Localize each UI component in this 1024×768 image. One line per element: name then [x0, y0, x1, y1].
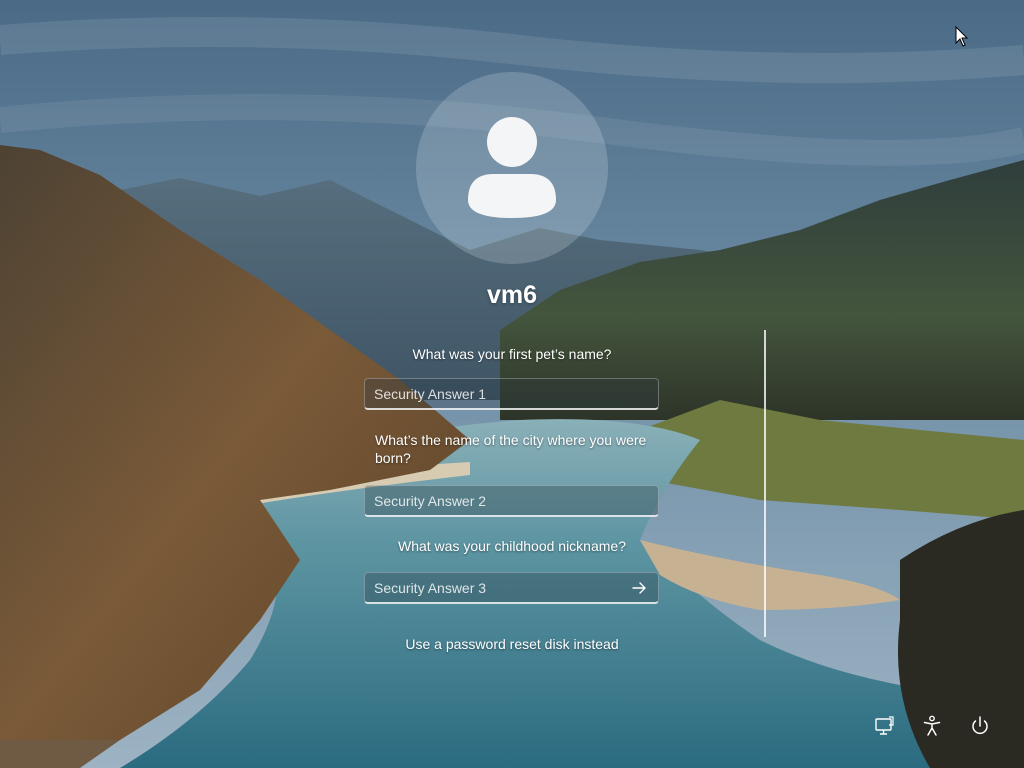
user-name: vm6	[486, 281, 538, 309]
security-question-3: What was your childhood nickname?	[397, 538, 626, 554]
power-icon	[972, 716, 988, 735]
network-button[interactable]	[871, 713, 897, 739]
user-avatar	[416, 72, 608, 264]
lock-screen: vm6 What was your first pet’s name? What…	[0, 0, 1024, 768]
password-reset-disk-link[interactable]: Use a password reset disk instead	[312, 636, 712, 652]
submit-button[interactable]	[628, 578, 650, 598]
user-avatar-icon	[468, 117, 556, 218]
security-answer-1-input[interactable]	[365, 379, 615, 409]
security-answer-3-input[interactable]	[365, 573, 615, 603]
power-button[interactable]	[967, 713, 993, 739]
security-answer-2-box[interactable]	[364, 485, 659, 517]
text-caret-bar	[764, 330, 766, 637]
security-answer-2-input[interactable]	[365, 486, 615, 516]
security-question-2: What’s the name of the city where you we…	[375, 432, 647, 466]
security-answer-3-box[interactable]	[364, 572, 659, 604]
mouse-pointer-icon	[955, 26, 969, 47]
security-question-1: What was your first pet’s name?	[412, 346, 612, 362]
network-icon	[875, 716, 894, 735]
accessibility-icon	[923, 715, 941, 736]
arrow-right-icon	[632, 582, 646, 594]
security-answer-1-box[interactable]	[364, 378, 659, 410]
accessibility-button[interactable]	[919, 713, 945, 739]
